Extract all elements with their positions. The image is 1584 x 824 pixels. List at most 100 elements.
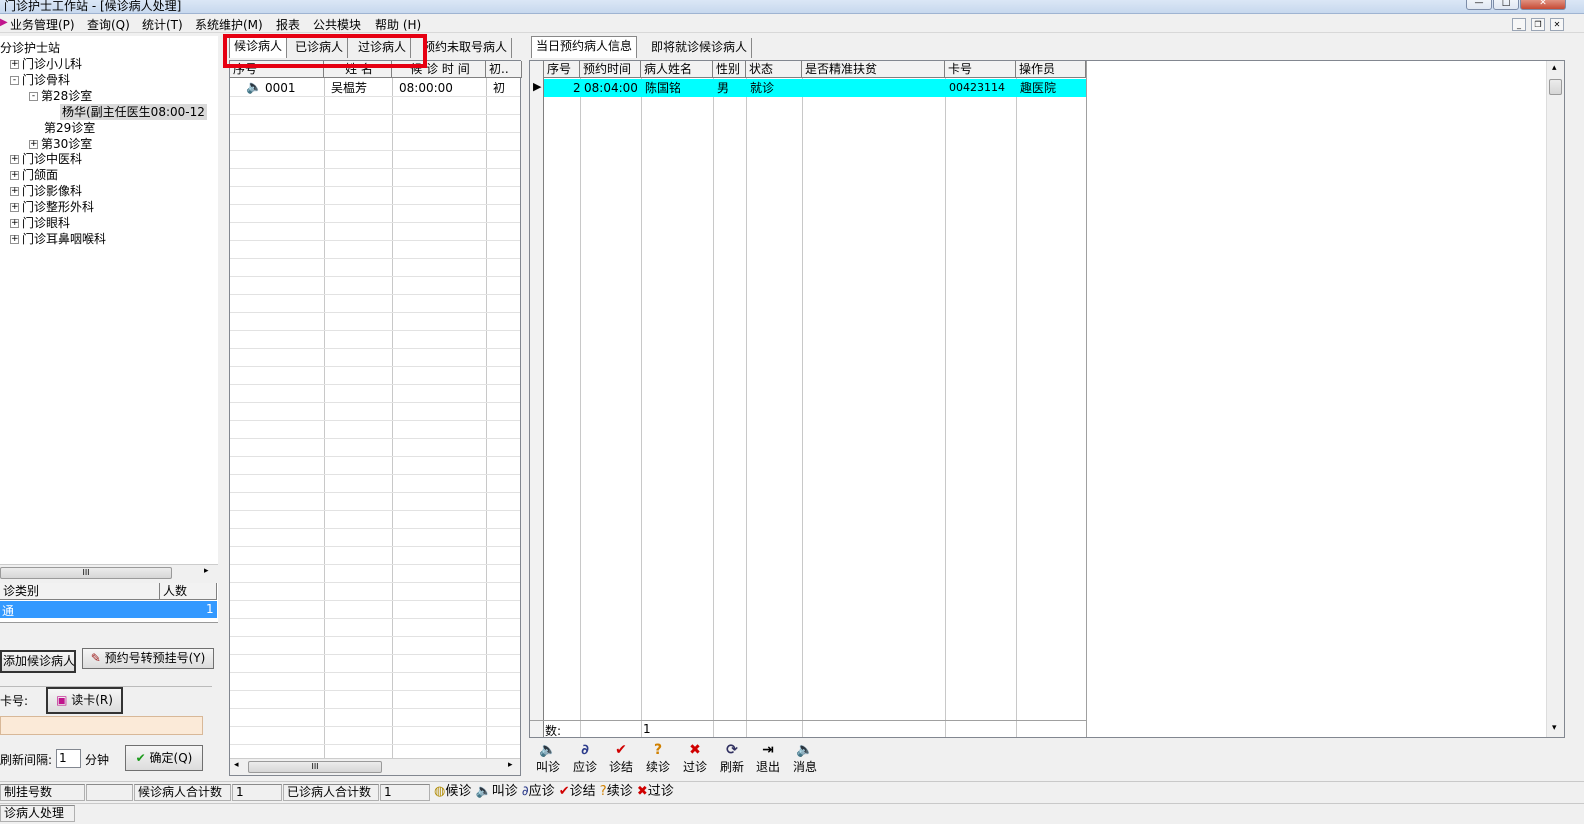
expand-icon[interactable]: +: [10, 219, 19, 228]
tree-item-maxillofacial[interactable]: + 门颌面: [10, 167, 58, 183]
tab-missed[interactable]: 过诊病人: [354, 38, 412, 58]
refresh-interval-input[interactable]: 1: [56, 749, 81, 768]
header-count[interactable]: 人数: [160, 583, 217, 600]
header-status[interactable]: 状态: [746, 61, 802, 78]
scroll-left-icon[interactable]: ◂: [234, 760, 239, 770]
tree-hscrollbar[interactable]: III ▸: [0, 564, 218, 580]
expand-icon[interactable]: +: [10, 203, 19, 212]
category-row[interactable]: 通 1: [0, 601, 217, 618]
header-name[interactable]: 姓 名: [324, 61, 392, 78]
menu-report[interactable]: 报表: [276, 16, 300, 33]
header-no[interactable]: 序号: [544, 61, 580, 78]
menu-bar: ▶ 业务管理(P) 查询(Q) 统计(T) 系统维护(M) 报表 公共模块 帮助…: [0, 14, 1584, 33]
tree-item-plastic-surgery[interactable]: + 门诊整形外科: [10, 199, 94, 215]
tree-item-label: 门颌面: [22, 168, 59, 182]
grid-line: [230, 744, 520, 745]
scroll-right-icon[interactable]: ▸: [508, 760, 513, 770]
tree-item-doctor[interactable]: 杨华(副主任医生08:00-12: [60, 104, 207, 120]
expand-icon[interactable]: +: [10, 60, 19, 69]
grid-line: [230, 348, 520, 349]
pass-button[interactable]: ✖ 过诊: [677, 742, 713, 774]
header-operator[interactable]: 操作员: [1016, 61, 1086, 78]
menu-query[interactable]: 查询(Q): [87, 16, 130, 33]
tree-item-room-28[interactable]: - 第28诊室: [29, 88, 92, 104]
scroll-thumb[interactable]: III: [0, 567, 172, 579]
grid-line: [230, 600, 520, 601]
header-appointment-time[interactable]: 预约时间: [580, 61, 641, 78]
collapse-icon[interactable]: -: [10, 76, 19, 85]
read-card-button[interactable]: ▣ 读卡(R): [46, 687, 123, 714]
grid-line: [230, 204, 520, 205]
menu-system[interactable]: 系统维护(M): [195, 16, 263, 33]
scroll-down-icon[interactable]: ▾: [1552, 723, 1557, 733]
middle-tab-strip: 候诊病人 已诊病人 过诊病人 预约未取号病人: [223, 34, 523, 68]
header-no[interactable]: 序号: [230, 61, 324, 78]
tab-upcoming-patients[interactable]: 即将就诊候诊病人: [647, 38, 753, 58]
tree-item-pediatrics[interactable]: + 门诊小儿科: [10, 56, 82, 72]
expand-icon[interactable]: +: [10, 235, 19, 244]
header-sex[interactable]: 性别: [713, 61, 746, 78]
exit-button[interactable]: ⇥ 退出: [750, 742, 786, 774]
legend-pass: 过诊: [647, 784, 674, 799]
refresh-button[interactable]: ⟳ 刷新: [714, 742, 750, 774]
menu-help[interactable]: 帮助 (H): [375, 16, 421, 33]
maximize-icon[interactable]: □: [1493, 0, 1519, 10]
tree-item-ent[interactable]: + 门诊耳鼻咽喉科: [10, 231, 106, 247]
header-patient-name[interactable]: 病人姓名: [641, 61, 713, 78]
scroll-up-icon[interactable]: ▴: [1552, 63, 1557, 73]
scroll-thumb[interactable]: [1549, 79, 1562, 95]
tree-root[interactable]: 分诊护士站: [0, 40, 60, 56]
call-button[interactable]: 🔈 叫诊: [530, 742, 566, 774]
convert-appointment-button[interactable]: ✎ 预约号转预挂号(Y): [82, 648, 214, 669]
menu-business[interactable]: 业务管理(P): [10, 16, 75, 33]
mdi-restore-icon[interactable]: ❐: [1531, 18, 1545, 31]
tab-today-appointments[interactable]: 当日预约病人信息: [531, 36, 638, 58]
header-category[interactable]: 诊类别: [0, 583, 160, 600]
scroll-thumb[interactable]: III: [248, 761, 382, 773]
collapse-icon[interactable]: -: [29, 92, 38, 101]
header-first[interactable]: 初..: [486, 61, 522, 78]
accept-button[interactable]: ∂ 应诊: [567, 742, 603, 774]
expand-icon[interactable]: +: [10, 187, 19, 196]
tree-item-room-30[interactable]: + 第30诊室: [29, 136, 92, 152]
tree-item-orthopedics[interactable]: - 门诊骨科: [10, 72, 70, 88]
expand-icon[interactable]: +: [10, 155, 19, 164]
card-number-input[interactable]: [0, 716, 203, 735]
table-row[interactable]: 🔈 0001 吴榅芳 08:00:00 初: [230, 79, 520, 97]
confirm-button[interactable]: ✔ 确定(Q): [125, 745, 203, 771]
header-card[interactable]: 卡号: [945, 61, 1016, 78]
finish-button[interactable]: ✔ 诊结: [603, 742, 639, 774]
tab-appointment-not-taken[interactable]: 预约未取号病人: [419, 38, 513, 58]
grid-line: [230, 492, 520, 493]
scroll-right-icon[interactable]: ▸: [204, 566, 209, 576]
menu-common[interactable]: 公共模块: [313, 16, 361, 33]
tree-item-ophthalmology[interactable]: + 门诊眼科: [10, 215, 70, 231]
waiting-time: 08:00:00: [399, 81, 453, 95]
appointment-vscrollbar[interactable]: ▴ ▾: [1546, 61, 1564, 737]
tree-item-imaging[interactable]: + 门诊影像科: [10, 183, 82, 199]
current-row-icon: ▶: [533, 80, 542, 93]
tab-waiting[interactable]: 候诊病人: [229, 36, 288, 58]
continue-button[interactable]: ? 续诊: [640, 742, 676, 774]
menu-statistics[interactable]: 统计(T): [142, 16, 183, 33]
expand-icon[interactable]: +: [10, 171, 19, 180]
waiting-hscrollbar[interactable]: ◂ III ▸: [230, 758, 520, 775]
table-row[interactable]: 2 08:04:00 陈国铭 男 就诊 00423114 趣医院: [544, 79, 1086, 97]
add-waiting-patient-button[interactable]: 添加候诊病人: [0, 650, 76, 673]
grid-line: [486, 78, 487, 758]
card-reader-icon: ▣: [56, 693, 68, 707]
grid-line: [230, 618, 520, 619]
waiting-type: 初: [493, 81, 506, 95]
tree-item-tcm[interactable]: + 门诊中医科: [10, 151, 82, 167]
message-button[interactable]: 🔈 消息: [787, 742, 823, 774]
tab-seen[interactable]: 已诊病人: [291, 38, 349, 58]
close-window-icon[interactable]: ✕: [1520, 0, 1566, 10]
header-wait-time[interactable]: 候 诊 时 间: [392, 61, 486, 78]
expand-icon[interactable]: +: [29, 140, 38, 149]
mdi-minimize-icon[interactable]: _: [1512, 18, 1526, 31]
tree-item-room-29[interactable]: 第29诊室: [44, 120, 95, 136]
header-poverty[interactable]: 是否精准扶贫: [802, 61, 945, 78]
minimize-icon[interactable]: —: [1466, 0, 1492, 10]
grid-line: [230, 474, 520, 475]
mdi-close-icon[interactable]: ✕: [1550, 18, 1564, 31]
